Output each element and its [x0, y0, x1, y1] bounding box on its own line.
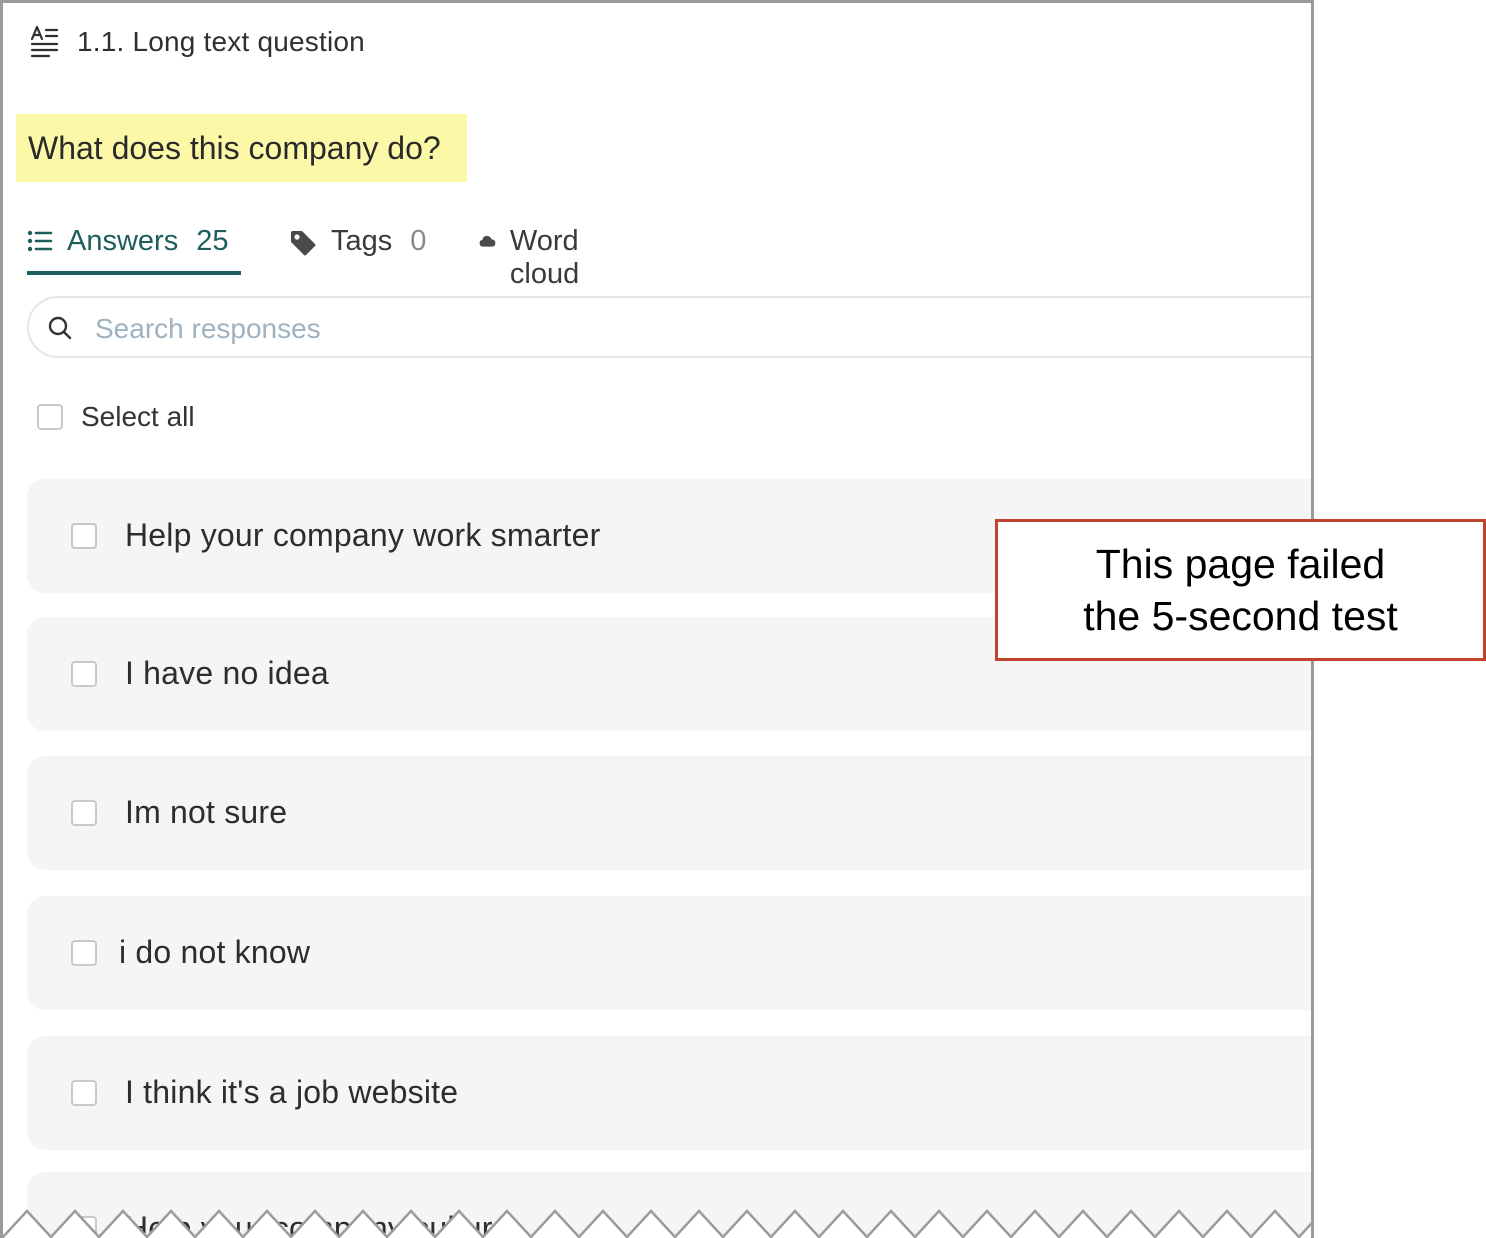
question-text: What does this company do? [16, 114, 467, 182]
search-input[interactable] [93, 308, 1097, 350]
select-all[interactable]: Select all [37, 401, 195, 433]
select-all-checkbox[interactable] [37, 404, 63, 430]
callout-line-2: the 5-second test [1083, 593, 1398, 639]
search-icon [48, 316, 72, 340]
response-checkbox[interactable] [71, 661, 97, 687]
tab-answers[interactable]: Answers 25 [27, 225, 241, 275]
annotation-callout: This page failed the 5-second test [995, 519, 1486, 661]
search-bar [27, 296, 1311, 358]
response-text: Im not sure [125, 794, 288, 830]
response-checkbox[interactable] [71, 1080, 97, 1106]
tab-tags-label: Tags [331, 225, 393, 257]
question-heading: 1.1. Long text question [77, 26, 365, 57]
response-text: I think it's a job website [125, 1074, 459, 1110]
tab-word-cloud[interactable]: Word cloud [479, 225, 592, 290]
list-icon [27, 230, 53, 252]
torn-edge [3, 1209, 1311, 1238]
response-text: I have no idea [125, 655, 329, 691]
response-checkbox[interactable] [71, 800, 97, 826]
response-checkbox[interactable] [71, 523, 97, 549]
response-row[interactable]: i do not know [27, 896, 1311, 1010]
response-text: i do not know [119, 934, 311, 970]
callout-line-1: This page failed [1095, 541, 1386, 587]
response-text: Help your company work smarter [125, 517, 601, 553]
select-all-label: Select all [81, 401, 195, 432]
tag-icon [291, 231, 316, 256]
tab-tags[interactable]: Tags 0 [289, 225, 426, 273]
tab-answers-count: 25 [196, 225, 229, 257]
tab-word-cloud-label: Word cloud [509, 225, 580, 290]
tab-tags-count: 0 [410, 225, 427, 257]
response-row[interactable]: I think it's a job website [27, 1036, 1311, 1150]
question-header: 1.1. Long text question [29, 25, 365, 59]
response-row[interactable]: Im not sure [27, 756, 1311, 870]
response-checkbox[interactable] [71, 940, 97, 966]
tab-answers-label: Answers [67, 225, 179, 257]
long-text-icon [30, 25, 59, 58]
cloud-icon [479, 235, 496, 247]
